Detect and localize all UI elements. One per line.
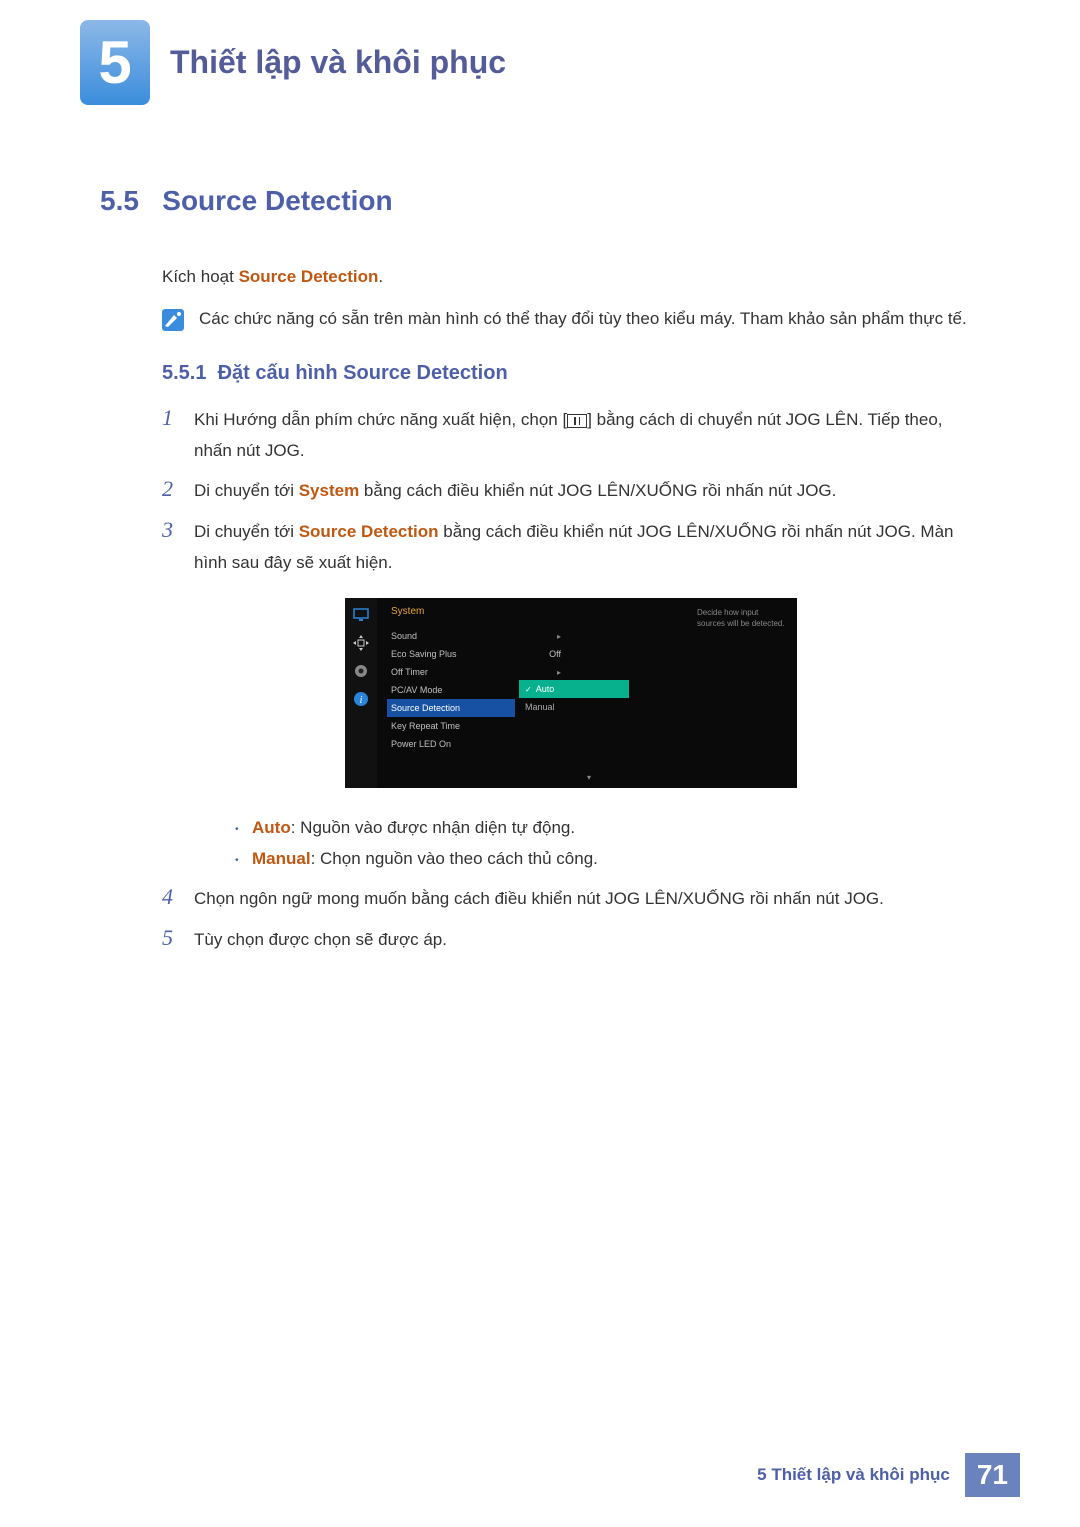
subsection-title: 5.5.1 Đặt cấu hình Source Detection <box>162 362 980 385</box>
osd-row-eco: Eco Saving PlusOff <box>391 645 797 663</box>
step-3: 3 Di chuyển tới Source Detection bằng cá… <box>162 517 980 578</box>
osd-screenshot: i System Sound▸ Eco Saving PlusOff Off T… <box>345 598 797 788</box>
step-number: 5 <box>162 925 194 951</box>
step-text: Khi Hướng dẫn phím chức năng xuất hiện, … <box>194 405 980 466</box>
section-title: 5.5 Source Detection <box>100 185 980 217</box>
monitor-icon <box>352 606 370 624</box>
step-text: Di chuyển tới System bằng cách điều khiể… <box>194 476 980 507</box>
gear-icon <box>352 662 370 680</box>
osd-down-arrow-icon: ▾ <box>587 773 591 782</box>
step-number: 3 <box>162 517 194 543</box>
chapter-header: 5 Thiết lập và khôi phục <box>0 0 1080 105</box>
step-text: Chọn ngôn ngữ mong muốn bằng cách điều k… <box>194 884 980 915</box>
footer-chapter-label: 5 Thiết lập và khôi phục <box>757 1465 950 1485</box>
osd-option-auto: Auto <box>519 680 629 698</box>
step-2: 2 Di chuyển tới System bằng cách điều kh… <box>162 476 980 507</box>
chapter-number-badge: 5 <box>80 20 150 105</box>
note-block: Các chức năng có sẵn trên màn hình có th… <box>162 305 980 332</box>
footer-page-number: 71 <box>965 1453 1020 1497</box>
svg-text:i: i <box>360 695 363 706</box>
osd-row-timer: Off Timer▸ <box>391 663 797 681</box>
step-number: 1 <box>162 405 194 431</box>
step-text: Tùy chọn được chọn sẽ được áp. <box>194 925 980 956</box>
section-number: 5.5 <box>100 185 139 216</box>
move-icon <box>352 634 370 652</box>
note-text: Các chức năng có sẵn trên màn hình có th… <box>199 305 967 332</box>
bullet-auto: Auto: Nguồn vào được nhận diện tự động. <box>232 813 980 844</box>
page-content: 5.5 Source Detection Kích hoạt Source De… <box>0 105 1080 956</box>
note-icon <box>162 309 184 331</box>
osd-row-source-detection: Source Detection <box>387 699 515 717</box>
osd-option-manual: Manual <box>519 698 629 716</box>
osd-main: System Sound▸ Eco Saving PlusOff Off Tim… <box>377 598 797 788</box>
step-text: Di chuyển tới Source Detection bằng cách… <box>194 517 980 578</box>
steps-list: 1 Khi Hướng dẫn phím chức năng xuất hiện… <box>162 405 980 955</box>
osd-row-sound: Sound▸ <box>391 627 797 645</box>
option-bullets: Auto: Nguồn vào được nhận diện tự động. … <box>232 813 980 874</box>
section-name: Source Detection <box>162 185 392 216</box>
osd-row-key: Key Repeat Time <box>391 717 797 735</box>
bullet-manual: Manual: Chọn nguồn vào theo cách thủ côn… <box>232 844 980 875</box>
osd-description: Decide how input sources will be detecte… <box>697 608 787 629</box>
step-number: 4 <box>162 884 194 910</box>
keyword-system: System <box>299 481 359 500</box>
step-number: 2 <box>162 476 194 502</box>
menu-icon <box>567 414 587 428</box>
osd-row-led: Power LED On <box>391 735 797 753</box>
osd-submenu: Auto Manual <box>519 680 629 716</box>
page-footer: 5 Thiết lập và khôi phục 71 <box>757 1453 1020 1497</box>
step-5: 5 Tùy chọn được chọn sẽ được áp. <box>162 925 980 956</box>
chapter-title: Thiết lập và khôi phục <box>170 44 506 81</box>
info-icon: i <box>352 690 370 708</box>
osd-sidebar: i <box>345 598 377 788</box>
intro-keyword: Source Detection <box>239 267 379 286</box>
step-4: 4 Chọn ngôn ngữ mong muốn bằng cách điều… <box>162 884 980 915</box>
step-1: 1 Khi Hướng dẫn phím chức năng xuất hiện… <box>162 405 980 466</box>
keyword-source-detection: Source Detection <box>299 522 439 541</box>
intro-text: Kích hoạt Source Detection. <box>162 267 980 287</box>
